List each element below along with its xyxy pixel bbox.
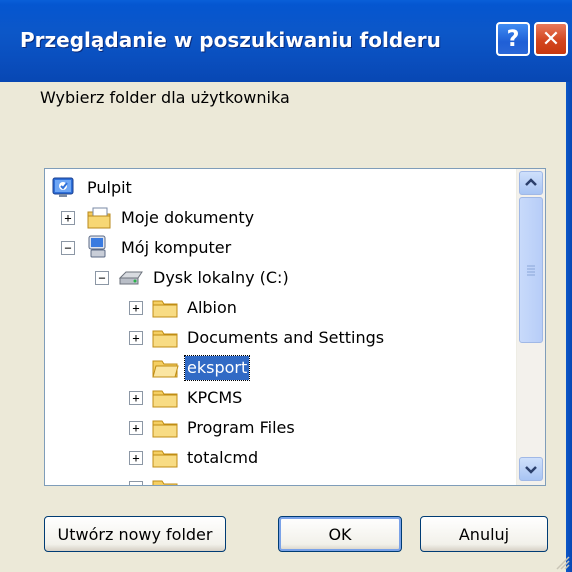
close-button[interactable]: ✕ [534,22,568,56]
tree-item-dysk-lokalny[interactable]: − Dysk lokalny (C:) [45,263,515,293]
tree-item-moj-komputer[interactable]: − Mój komputer [45,233,515,263]
browse-folder-dialog: Przeglądanie w poszukiwaniu folderu ? ✕ … [0,0,572,572]
folder-icon [152,330,178,348]
ok-button[interactable]: OK [278,516,402,552]
folder-icon [152,420,178,438]
tree-item-label: KPCMS [187,388,243,407]
tree-item-eksport[interactable]: eksport [45,353,515,383]
chevron-down-icon [525,466,537,474]
tree-item-pulpit[interactable]: Pulpit [45,173,515,203]
new-folder-button[interactable]: Utwórz nowy folder [44,516,226,552]
scroll-thumb[interactable] [519,197,543,343]
tree-item-documents-and-settings[interactable]: + Documents and Settings [45,323,515,353]
tree-item-label: Program Files [187,418,295,437]
scroll-down-button[interactable] [519,457,543,481]
tree-item-albion[interactable]: + Albion [45,293,515,323]
local-disk-icon [118,271,143,285]
title-bar[interactable]: Przeglądanie w poszukiwaniu folderu ? ✕ [0,0,572,82]
grip-icon [527,265,535,276]
chevron-up-icon [525,178,537,186]
expand-icon[interactable]: + [129,331,143,345]
tree-scrollbar[interactable] [516,169,545,485]
collapse-icon[interactable]: − [61,241,75,255]
window-border [566,82,572,572]
tree-item-label: Documents and Settings [187,328,385,347]
cancel-button[interactable]: Anuluj [420,516,548,552]
tree-item-kpcms[interactable]: + KPCMS [45,383,515,413]
tree-item-label-selected: eksport [183,355,251,381]
tree-item-label: totalcmd [187,448,259,467]
folder-icon [152,300,178,318]
folder-icon [152,450,178,468]
tree-item-label: Albion [187,298,237,317]
expand-icon[interactable]: + [129,301,143,315]
tree-item-program-files[interactable]: + Program Files [45,413,515,443]
open-folder-icon [152,360,179,378]
tree-item-label: Mój komputer [121,238,232,257]
expand-icon[interactable]: + [129,451,143,465]
my-documents-icon [87,207,111,229]
expand-icon[interactable] [129,481,143,485]
scroll-up-button[interactable] [519,171,543,195]
expand-icon[interactable]: + [61,211,75,225]
tree-item-partial[interactable] [45,473,515,485]
resize-grip-icon[interactable] [552,552,570,570]
instruction-text: Wybierz folder dla użytkownika [40,88,290,107]
desktop-icon [52,177,74,197]
dialog-title: Przeglądanie w poszukiwaniu folderu [20,28,441,52]
folder-tree[interactable]: Pulpit + Moje dokumenty − Mój komputer − [44,168,546,486]
collapse-icon[interactable]: − [95,271,109,285]
expand-icon[interactable]: + [129,391,143,405]
my-computer-icon [88,235,106,258]
help-icon: ? [506,26,520,52]
expand-icon[interactable]: + [129,421,143,435]
folder-icon [152,480,178,485]
tree-item-label: Dysk lokalny (C:) [153,268,289,287]
tree-item-label: Moje dokumenty [121,208,255,227]
tree-item-totalcmd[interactable]: + totalcmd [45,443,515,473]
tree-item-label: Pulpit [87,178,132,197]
close-icon: ✕ [541,26,561,52]
tree-item-moje-dokumenty[interactable]: + Moje dokumenty [45,203,515,233]
help-button[interactable]: ? [496,22,530,56]
folder-icon [152,390,178,408]
